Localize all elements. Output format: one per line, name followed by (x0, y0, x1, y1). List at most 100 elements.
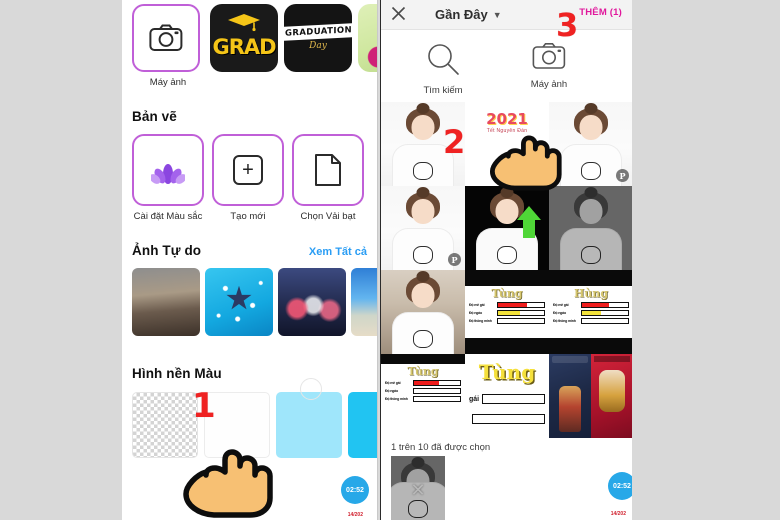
annotation-number-2: 2 (443, 123, 466, 161)
hair-bun (411, 457, 425, 468)
hand-cursor-left (178, 442, 276, 520)
template-row: Máy ảnh GRAD GRADUATION Day (122, 0, 377, 89)
face (411, 199, 435, 224)
meme-bar-track (581, 318, 629, 325)
meme-name: Hùng (573, 287, 609, 300)
gallery-cell[interactable]: Tùng Độ mê gái Độ ngáo Độ thông minh (381, 354, 465, 438)
meme-bar-label: Độ mê gái (553, 303, 569, 308)
meme-bar-label: Độ thông minh (469, 319, 492, 324)
chevron-down-icon[interactable]: ▼ (493, 10, 502, 20)
meme-bar-track (497, 318, 545, 325)
see-all-link[interactable]: Xem Tất cả (309, 246, 367, 258)
meme-bar-track (413, 380, 461, 387)
meme-bar-track (497, 310, 545, 317)
hair-bun (416, 103, 430, 114)
remove-selection-icon[interactable]: ✕ (410, 481, 425, 499)
screenshot-stage: Máy ảnh GRAD GRADUATION Day Bản vẽ Cài đ… (0, 0, 780, 520)
swatch-light-blue[interactable] (276, 391, 342, 458)
meme-bar-row: Độ mê gái (553, 302, 629, 309)
meme-name: Tùng (407, 365, 439, 378)
lotus-icon (151, 163, 185, 184)
section-title-hinh-nen-mau: Hình nền Màu (132, 365, 222, 381)
meme-big-name: Tùng (478, 360, 536, 384)
meme-bar-row: Độ ngáo (469, 310, 545, 317)
game-hero (559, 386, 581, 432)
camera-tile-label: Máy ảnh (149, 77, 187, 88)
meme-bar-row: Độ ngáo (385, 388, 461, 395)
watermark-red-text: 14/202 (610, 511, 626, 517)
free-photo-thumb[interactable] (278, 267, 346, 336)
draw-tile-choose-canvas[interactable] (292, 133, 364, 206)
cat-print-icon (408, 500, 428, 518)
hair-bun (584, 187, 598, 198)
draw-tile-color-settings-label: Cài đặt Màu sắc (133, 210, 203, 222)
them-button[interactable]: THÊM (1) (579, 7, 622, 18)
draw-tile-color-settings[interactable] (132, 133, 204, 206)
free-photo-thumb[interactable] (132, 267, 200, 336)
form-row: gái (469, 394, 545, 404)
form-box (472, 414, 545, 424)
meme-bar-row: Độ ngáo (553, 310, 629, 317)
pinterest-save-icon[interactable]: P (616, 169, 629, 182)
template-thumb-graduation-day[interactable]: GRADUATION Day (284, 4, 352, 72)
draw-row: Cài đặt Màu sắc + Tạo mới Chọn Vải bạt (122, 133, 377, 223)
meme-bar-label: Độ ngáo (385, 389, 398, 394)
gallery-cell[interactable]: Tùng gái (465, 354, 549, 438)
meme-top-band (549, 270, 632, 286)
graduation-cap-icon (228, 14, 260, 32)
meme-bar-label: Độ ngáo (469, 311, 482, 316)
meme-top-band (381, 354, 465, 364)
selection-status: 1 trên 10 đã được chọn (391, 442, 491, 453)
free-photo-thumb[interactable] (351, 267, 377, 336)
close-icon[interactable] (391, 6, 413, 24)
meme-bar-label: Độ thông minh (553, 319, 576, 324)
meme-bottom-band (549, 338, 632, 354)
search-icon (428, 44, 459, 75)
face (579, 115, 603, 140)
gallery-cell[interactable]: Hùng Độ mê gái Độ ngáo Độ thông minh (549, 270, 632, 354)
meme-bar-track (413, 388, 461, 395)
draw-tile-create-new[interactable]: + (212, 133, 284, 206)
star-icon (226, 285, 252, 310)
search-action-label: Tìm kiếm (423, 85, 463, 96)
gallery-cell[interactable] (549, 354, 632, 438)
meme-top-band (465, 270, 549, 286)
cat-print-icon (413, 162, 433, 180)
gallery-header: Gần Đây ▼ THÊM (1) (381, 0, 632, 30)
green-up-arrow (516, 205, 542, 244)
hair-bun (584, 103, 598, 114)
poster-character (599, 370, 625, 412)
red-poster-thumb (591, 354, 632, 438)
meme-bar-track (581, 302, 629, 309)
selected-items-strip: ✕ (381, 456, 632, 520)
gallery-cell[interactable] (381, 270, 465, 354)
gallery-cell[interactable]: Tùng Độ mê gái Độ ngáo Độ thông minh (465, 270, 549, 354)
pinterest-save-icon[interactable]: P (448, 253, 461, 266)
template-thumb-grad[interactable]: GRAD (210, 4, 278, 72)
camera-tile[interactable] (132, 4, 200, 72)
camera-action[interactable]: Máy ảnh (505, 42, 593, 96)
gallery-title[interactable]: Gần Đây (435, 7, 488, 22)
watermark-time-badge: 02:52 (341, 476, 369, 504)
plus-icon: + (233, 154, 263, 185)
face (579, 199, 603, 224)
meme-bar-track (413, 396, 461, 403)
swatch-blue[interactable] (348, 391, 377, 458)
meme-bar-track (497, 302, 545, 309)
draw-tile-create-new-label: Tạo mới (230, 210, 266, 222)
right-phone-panel: Gần Đây ▼ THÊM (1) Tìm kiếm Máy ảnh 2021… (380, 0, 632, 520)
game-hud (552, 356, 588, 363)
game-art-thumb (549, 354, 591, 438)
free-photo-row (122, 267, 377, 336)
meme-bar-label: Độ mê gái (469, 303, 485, 308)
meme-bottom-band (465, 338, 549, 354)
hair-bun (416, 187, 430, 198)
search-action[interactable]: Tìm kiếm (399, 42, 487, 96)
meme-bar-row: Độ mê gái (469, 302, 545, 309)
faint-circle-decoration (300, 378, 322, 400)
template-thumb-flowers[interactable] (358, 4, 377, 72)
document-icon (315, 153, 341, 186)
free-photo-thumb[interactable] (205, 267, 273, 336)
gallery-cell[interactable]: P (381, 186, 465, 270)
selected-thumbnail[interactable]: ✕ (391, 456, 445, 520)
